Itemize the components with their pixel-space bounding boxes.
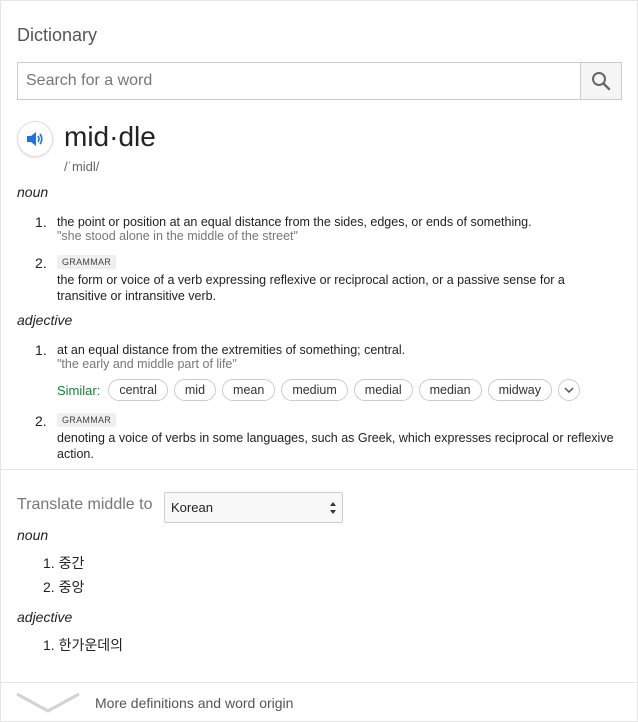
translation-item: 1. 중간	[43, 555, 85, 571]
speaker-icon	[27, 132, 43, 146]
select-arrows-icon	[330, 502, 336, 514]
definition-text: the form or voice of a verb expressing r…	[57, 273, 565, 303]
search-box	[17, 62, 622, 100]
similar-chip[interactable]: central	[108, 379, 168, 401]
language-select[interactable]: Korean	[164, 492, 343, 523]
expand-arrow-icon[interactable]	[15, 691, 81, 715]
more-definitions-link[interactable]: More definitions and word origin	[95, 695, 293, 711]
translate-pos-noun: noun	[17, 527, 49, 543]
sense-number: 1.	[35, 214, 47, 230]
divider	[1, 682, 637, 683]
similar-chip[interactable]: mid	[173, 379, 217, 401]
part-of-speech-noun: noun	[17, 184, 49, 200]
similar-chip[interactable]: median	[418, 379, 482, 401]
definition-text: denoting a voice of verbs in some langua…	[57, 431, 614, 461]
similar-chip[interactable]: medial	[353, 379, 413, 401]
dictionary-card: Dictionary mid·dle /ˈmidl/ noun 1. the p…	[0, 0, 638, 722]
part-of-speech-adjective: adjective	[17, 312, 73, 328]
similar-chip[interactable]: medium	[281, 379, 348, 401]
sense-number: 2.	[35, 413, 47, 429]
sense-number: 1.	[35, 342, 47, 358]
similar-chip[interactable]: mean	[222, 379, 276, 401]
definition-example: "the early and middle part of life"	[57, 357, 237, 371]
pronunciation-button[interactable]	[17, 121, 53, 157]
translation-item: 1. 한가운데의	[43, 637, 123, 653]
search-icon	[592, 72, 611, 91]
definition-text: at an equal distance from the extremitie…	[57, 343, 406, 357]
dictionary-title: Dictionary	[17, 25, 98, 45]
definition-text: the point or position at an equal distan…	[57, 215, 532, 229]
headword: mid·dle	[64, 121, 156, 152]
translation-item: 2. 중앙	[43, 579, 85, 595]
divider	[1, 469, 637, 470]
translate-pos-adjective: adjective	[17, 609, 73, 625]
similar-label: Similar:	[57, 382, 101, 398]
language-value: Korean	[171, 500, 213, 515]
search-input[interactable]	[18, 63, 582, 99]
grammar-tag: GRAMMAR	[57, 255, 117, 269]
sense-number: 2.	[35, 255, 47, 271]
definition-example: "she stood alone in the middle of the st…	[57, 229, 298, 243]
grammar-tag: GRAMMAR	[57, 413, 117, 427]
phonetic: /ˈmidl/	[64, 159, 100, 174]
similar-chip[interactable]: midway	[487, 379, 552, 401]
similar-words: Similar: central mid mean medium medial …	[57, 379, 580, 401]
expand-similar-button[interactable]	[557, 379, 580, 401]
translate-label: Translate middle to	[17, 496, 153, 513]
chevron-down-icon	[564, 387, 574, 393]
search-button[interactable]	[580, 63, 621, 99]
